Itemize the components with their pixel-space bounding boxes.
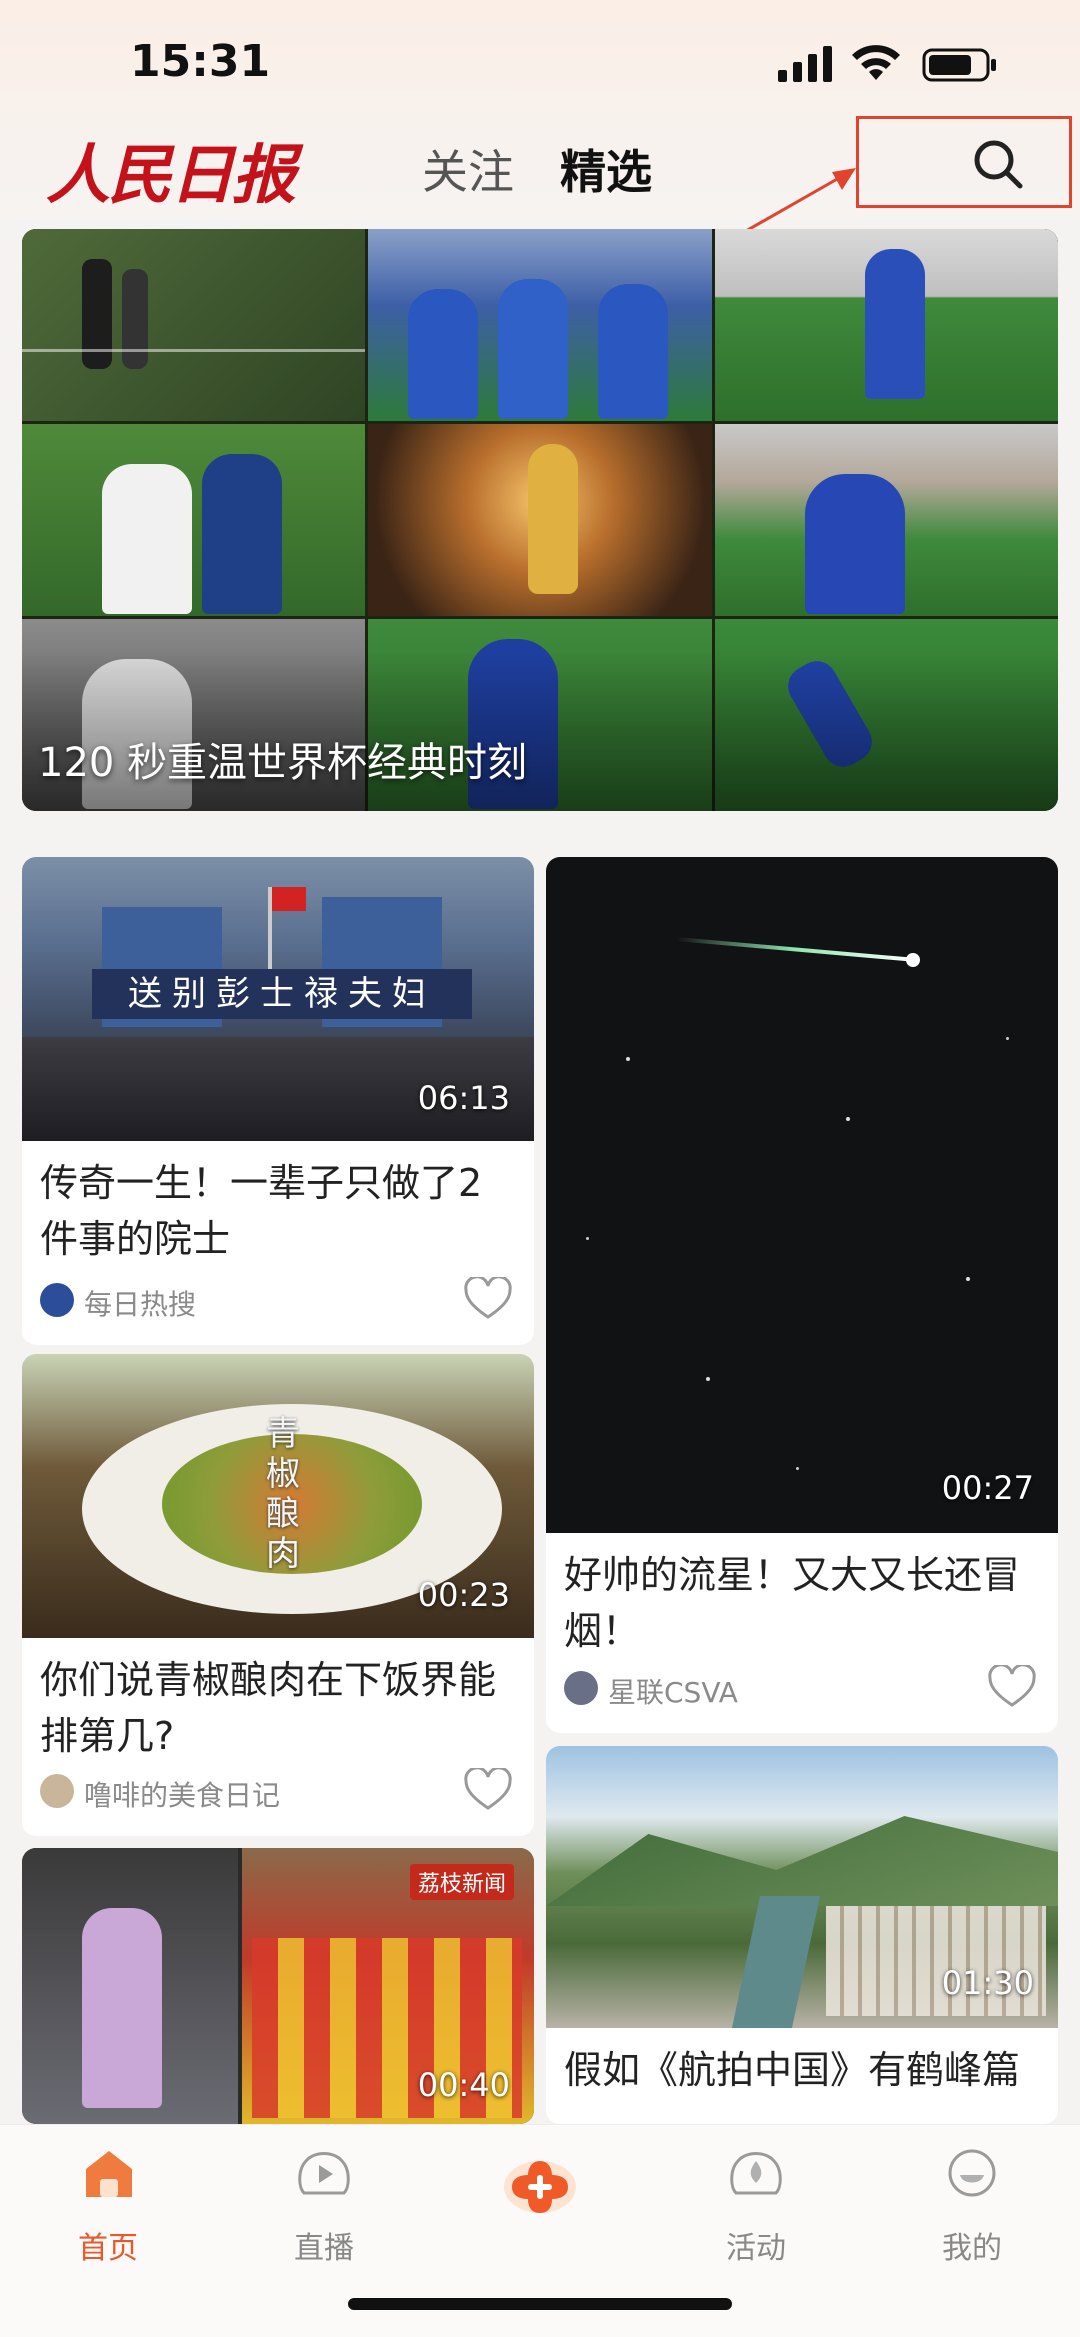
video-thumbnail[interactable]: 荔枝新闻 00:40 — [22, 1848, 534, 2124]
video-card[interactable]: 00:27 好帅的流星！又大又长还冒烟！ 星联CSVA — [546, 857, 1058, 1733]
video-duration: 00:27 — [941, 1469, 1034, 1507]
card-title[interactable]: 假如《航拍中国》有鹤峰篇 — [564, 2042, 1040, 2098]
search-icon[interactable] — [972, 138, 1024, 190]
status-bar: 15:31 — [0, 0, 1080, 120]
video-duration: 01:30 — [941, 1964, 1034, 2002]
video-thumbnail[interactable]: 青椒酿肉 00:23 — [22, 1354, 534, 1638]
card-title[interactable]: 传奇一生！一辈子只做了2件事的院士 — [40, 1155, 516, 1267]
app-logo[interactable]: 人民日报 — [46, 124, 296, 216]
video-banner-text: 送别彭士禄夫妇 — [92, 969, 472, 1019]
live-icon — [298, 2152, 350, 2195]
publish-plus-icon — [504, 2161, 576, 2213]
video-thumbnail[interactable]: 送别彭士禄夫妇 06:13 — [22, 857, 534, 1141]
hero-banner[interactable] — [22, 229, 1058, 811]
hero-image — [22, 229, 366, 421]
status-time: 15:31 — [130, 36, 271, 87]
card-title[interactable]: 好帅的流星！又大又长还冒烟！ — [564, 1547, 1040, 1659]
home-icon — [86, 2151, 132, 2197]
author-avatar[interactable] — [40, 1283, 74, 1317]
like-heart-icon[interactable] — [464, 1277, 512, 1321]
video-duration: 00:23 — [417, 1576, 510, 1614]
hero-image — [368, 424, 712, 616]
news-source-badge: 荔枝新闻 — [410, 1864, 515, 1900]
video-thumbnail[interactable]: 00:27 — [546, 857, 1058, 1533]
hero-image — [22, 424, 366, 616]
activity-icon — [730, 2152, 782, 2195]
author-avatar[interactable] — [40, 1774, 74, 1808]
video-overlay-text: 青椒酿肉 — [266, 1414, 300, 1574]
like-heart-icon[interactable] — [464, 1768, 512, 1812]
video-duration: 00:40 — [417, 2066, 510, 2104]
hero-image — [714, 229, 1058, 421]
hero-image — [714, 424, 1058, 616]
wifi-icon — [852, 45, 900, 80]
author-name[interactable]: 噜啡的美食日记 — [84, 1774, 280, 1814]
hero-image — [368, 229, 712, 421]
home-indicator — [348, 2298, 732, 2310]
hero-title[interactable]: 120 秒重温世界杯经典时刻 — [38, 730, 738, 788]
video-card[interactable]: 青椒酿肉 00:23 你们说青椒酿肉在下饭界能排第几? 噜啡的美食日记 — [22, 1354, 534, 1836]
profile-icon — [948, 2149, 996, 2197]
video-card[interactable]: 01:30 假如《航拍中国》有鹤峰篇 — [546, 1746, 1058, 2124]
search-highlight-box — [856, 116, 1072, 208]
nav-label: 直播 — [294, 2231, 354, 2266]
author-name[interactable]: 星联CSVA — [608, 1671, 738, 1711]
nav-label: 首页 — [78, 2231, 138, 2266]
card-title[interactable]: 你们说青椒酿肉在下饭界能排第几? — [40, 1652, 516, 1764]
cellular-signal-icon — [778, 46, 832, 82]
like-heart-icon[interactable] — [988, 1665, 1036, 1709]
author-avatar[interactable] — [564, 1671, 598, 1705]
video-thumbnail[interactable]: 01:30 — [546, 1746, 1058, 2028]
video-duration: 06:13 — [417, 1079, 510, 1117]
battery-icon — [922, 48, 996, 82]
nav-label: 我的 — [942, 2231, 1002, 2266]
author-name[interactable]: 每日热搜 — [84, 1283, 196, 1323]
tab-follow[interactable]: 关注 — [422, 136, 514, 202]
nav-label: 活动 — [726, 2231, 786, 2266]
video-card[interactable]: 荔枝新闻 00:40 — [22, 1848, 534, 2124]
video-card[interactable]: 送别彭士禄夫妇 06:13 传奇一生！一辈子只做了2件事的院士 每日热搜 — [22, 857, 534, 1345]
